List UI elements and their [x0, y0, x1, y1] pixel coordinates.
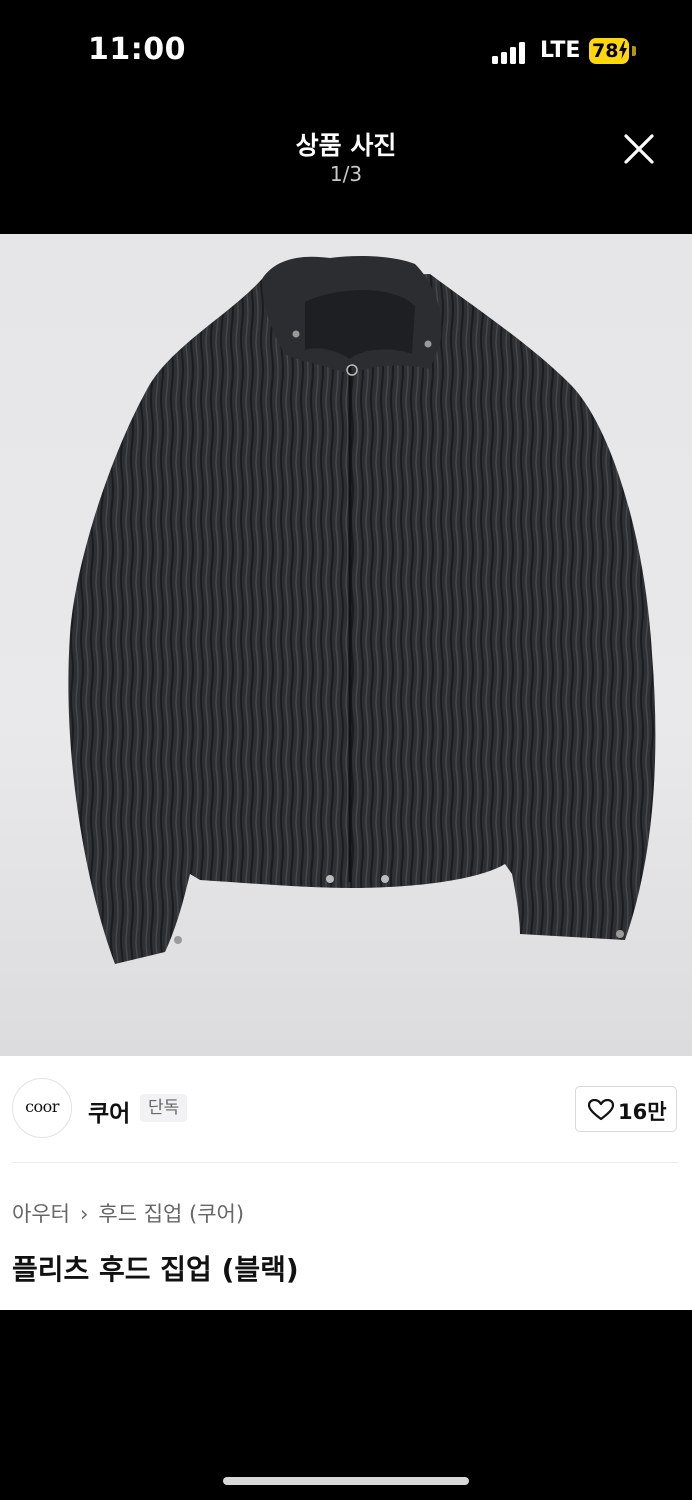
- product-info-card: coor 쿠어 단독 16만 아우터 › 후드 집업 (쿠어) 플리츠 후드 집업 …: [0, 1056, 692, 1310]
- battery-icon: 78: [589, 38, 629, 64]
- home-indicator[interactable]: [223, 1477, 469, 1485]
- breadcrumb: 아우터 › 후드 집업 (쿠어): [12, 1198, 244, 1228]
- battery-nub: [632, 46, 636, 56]
- charging-bolt-icon: [619, 41, 627, 59]
- page-title: 상품 사진: [295, 131, 397, 160]
- close-icon[interactable]: [620, 130, 658, 168]
- jacket-image: [68, 256, 656, 964]
- like-button[interactable]: 16만: [575, 1086, 677, 1132]
- product-title: 플리츠 후드 집업 (블랙): [12, 1253, 299, 1286]
- photo-counter: 1/3: [329, 162, 363, 186]
- exclusive-badge: 단독: [140, 1094, 188, 1122]
- like-count: 16만: [618, 1100, 667, 1124]
- brand-logo[interactable]: coor: [12, 1078, 72, 1138]
- battery-level: 78: [592, 40, 619, 62]
- breadcrumb-category[interactable]: 아우터: [12, 1202, 70, 1226]
- product-photo[interactable]: [0, 234, 692, 1056]
- brand-name[interactable]: 쿠어: [88, 1094, 130, 1128]
- divider: [12, 1162, 678, 1163]
- heart-icon: [588, 1099, 614, 1121]
- chevron-right-icon: ›: [79, 1202, 89, 1226]
- status-bar: 11:00 LTE 78: [0, 0, 692, 100]
- breadcrumb-subcategory[interactable]: 후드 집업 (쿠어): [98, 1202, 244, 1226]
- status-time: 11:00: [88, 32, 186, 67]
- network-type: LTE: [540, 38, 581, 63]
- signal-icon: [492, 40, 530, 64]
- brand-logo-text: coor: [25, 1097, 59, 1116]
